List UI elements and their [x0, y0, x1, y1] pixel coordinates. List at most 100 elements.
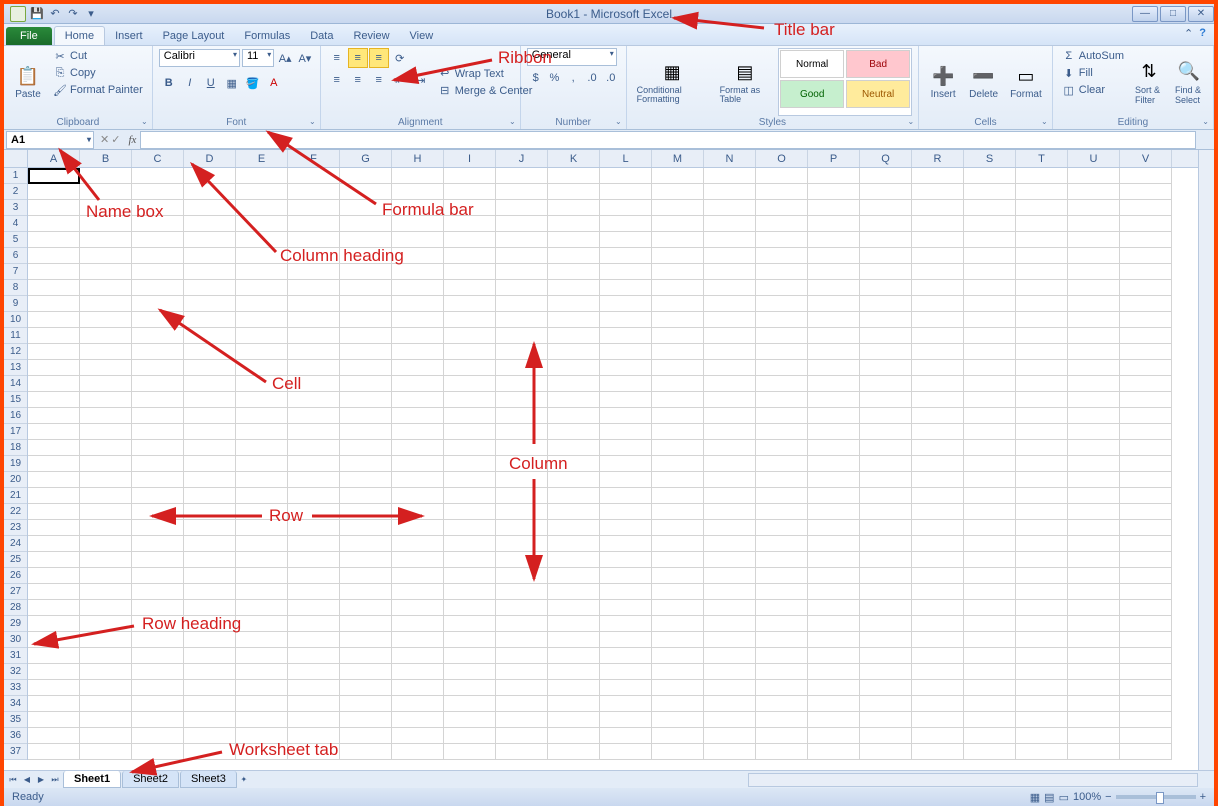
column-header[interactable]: K	[548, 150, 600, 167]
cell[interactable]	[704, 744, 756, 760]
cell[interactable]	[236, 232, 288, 248]
cell[interactable]	[548, 744, 600, 760]
cell[interactable]	[184, 488, 236, 504]
format-painter-button[interactable]: 🖌Format Painter	[50, 82, 146, 98]
cell[interactable]	[132, 328, 184, 344]
zoom-level[interactable]: 100%	[1073, 791, 1101, 803]
cell[interactable]	[964, 712, 1016, 728]
cell[interactable]	[548, 200, 600, 216]
cell[interactable]	[704, 168, 756, 184]
column-header[interactable]: H	[392, 150, 444, 167]
cell[interactable]	[756, 600, 808, 616]
cell[interactable]	[184, 520, 236, 536]
cell[interactable]	[80, 536, 132, 552]
cell[interactable]	[444, 488, 496, 504]
cell[interactable]	[860, 584, 912, 600]
cell[interactable]	[860, 536, 912, 552]
cell[interactable]	[652, 264, 704, 280]
cell[interactable]	[236, 296, 288, 312]
cell[interactable]	[28, 744, 80, 760]
cell[interactable]	[808, 536, 860, 552]
cell[interactable]	[860, 328, 912, 344]
cell[interactable]	[1016, 328, 1068, 344]
cell[interactable]	[1120, 424, 1172, 440]
cell[interactable]	[28, 232, 80, 248]
cell[interactable]	[132, 632, 184, 648]
maximize-button[interactable]: □	[1160, 6, 1186, 22]
cell[interactable]	[600, 360, 652, 376]
cell[interactable]	[652, 584, 704, 600]
cell[interactable]	[652, 456, 704, 472]
cell[interactable]	[184, 344, 236, 360]
cell[interactable]	[1068, 536, 1120, 552]
cell[interactable]	[132, 232, 184, 248]
cell[interactable]	[80, 184, 132, 200]
cell[interactable]	[548, 360, 600, 376]
new-sheet-icon[interactable]: ✦	[237, 773, 251, 787]
cell[interactable]	[548, 472, 600, 488]
cell[interactable]	[1120, 472, 1172, 488]
row-header[interactable]: 37	[4, 744, 27, 760]
cell[interactable]	[288, 456, 340, 472]
cell[interactable]	[1120, 360, 1172, 376]
cell[interactable]	[132, 200, 184, 216]
cell[interactable]	[1016, 184, 1068, 200]
horizontal-scrollbar[interactable]	[748, 773, 1198, 787]
column-header[interactable]: Q	[860, 150, 912, 167]
cell[interactable]	[80, 264, 132, 280]
cell[interactable]	[288, 536, 340, 552]
cell[interactable]	[184, 664, 236, 680]
cell[interactable]	[756, 728, 808, 744]
cell[interactable]	[236, 392, 288, 408]
cell[interactable]	[860, 712, 912, 728]
cell[interactable]	[80, 280, 132, 296]
cell[interactable]	[808, 408, 860, 424]
cell[interactable]	[912, 488, 964, 504]
cell[interactable]	[236, 744, 288, 760]
cell[interactable]	[964, 536, 1016, 552]
cell[interactable]	[392, 280, 444, 296]
cell[interactable]	[912, 632, 964, 648]
cell[interactable]	[1068, 360, 1120, 376]
cell[interactable]	[704, 184, 756, 200]
cell[interactable]	[288, 504, 340, 520]
cell[interactable]	[1016, 408, 1068, 424]
cell[interactable]	[184, 568, 236, 584]
cell[interactable]	[704, 696, 756, 712]
cell[interactable]	[1016, 600, 1068, 616]
cell[interactable]	[80, 424, 132, 440]
cell[interactable]	[184, 328, 236, 344]
cell[interactable]	[132, 616, 184, 632]
cell[interactable]	[28, 648, 80, 664]
cell[interactable]	[496, 296, 548, 312]
border-button[interactable]: ▦	[222, 73, 242, 93]
cell[interactable]	[80, 376, 132, 392]
cell[interactable]	[1068, 488, 1120, 504]
cell[interactable]	[496, 728, 548, 744]
cell[interactable]	[1120, 744, 1172, 760]
cell[interactable]	[1120, 296, 1172, 312]
style-good[interactable]: Good	[780, 80, 844, 108]
cell[interactable]	[392, 600, 444, 616]
cell[interactable]	[288, 488, 340, 504]
cell[interactable]	[1068, 584, 1120, 600]
cell[interactable]	[496, 392, 548, 408]
cell[interactable]	[132, 424, 184, 440]
cell[interactable]	[600, 568, 652, 584]
cell[interactable]	[444, 200, 496, 216]
cell[interactable]	[548, 504, 600, 520]
cell[interactable]	[1068, 232, 1120, 248]
paste-button[interactable]: 📋 Paste	[10, 48, 46, 116]
cell[interactable]	[1016, 536, 1068, 552]
cell[interactable]	[600, 744, 652, 760]
cell[interactable]	[756, 632, 808, 648]
increase-decimal-icon[interactable]: .0	[583, 68, 601, 88]
sort-filter-button[interactable]: ⇅Sort & Filter	[1131, 48, 1167, 116]
cell[interactable]	[1120, 312, 1172, 328]
cell[interactable]	[652, 696, 704, 712]
cell[interactable]	[704, 264, 756, 280]
cell[interactable]	[808, 744, 860, 760]
cell[interactable]	[600, 600, 652, 616]
cell[interactable]	[392, 312, 444, 328]
cell[interactable]	[392, 200, 444, 216]
